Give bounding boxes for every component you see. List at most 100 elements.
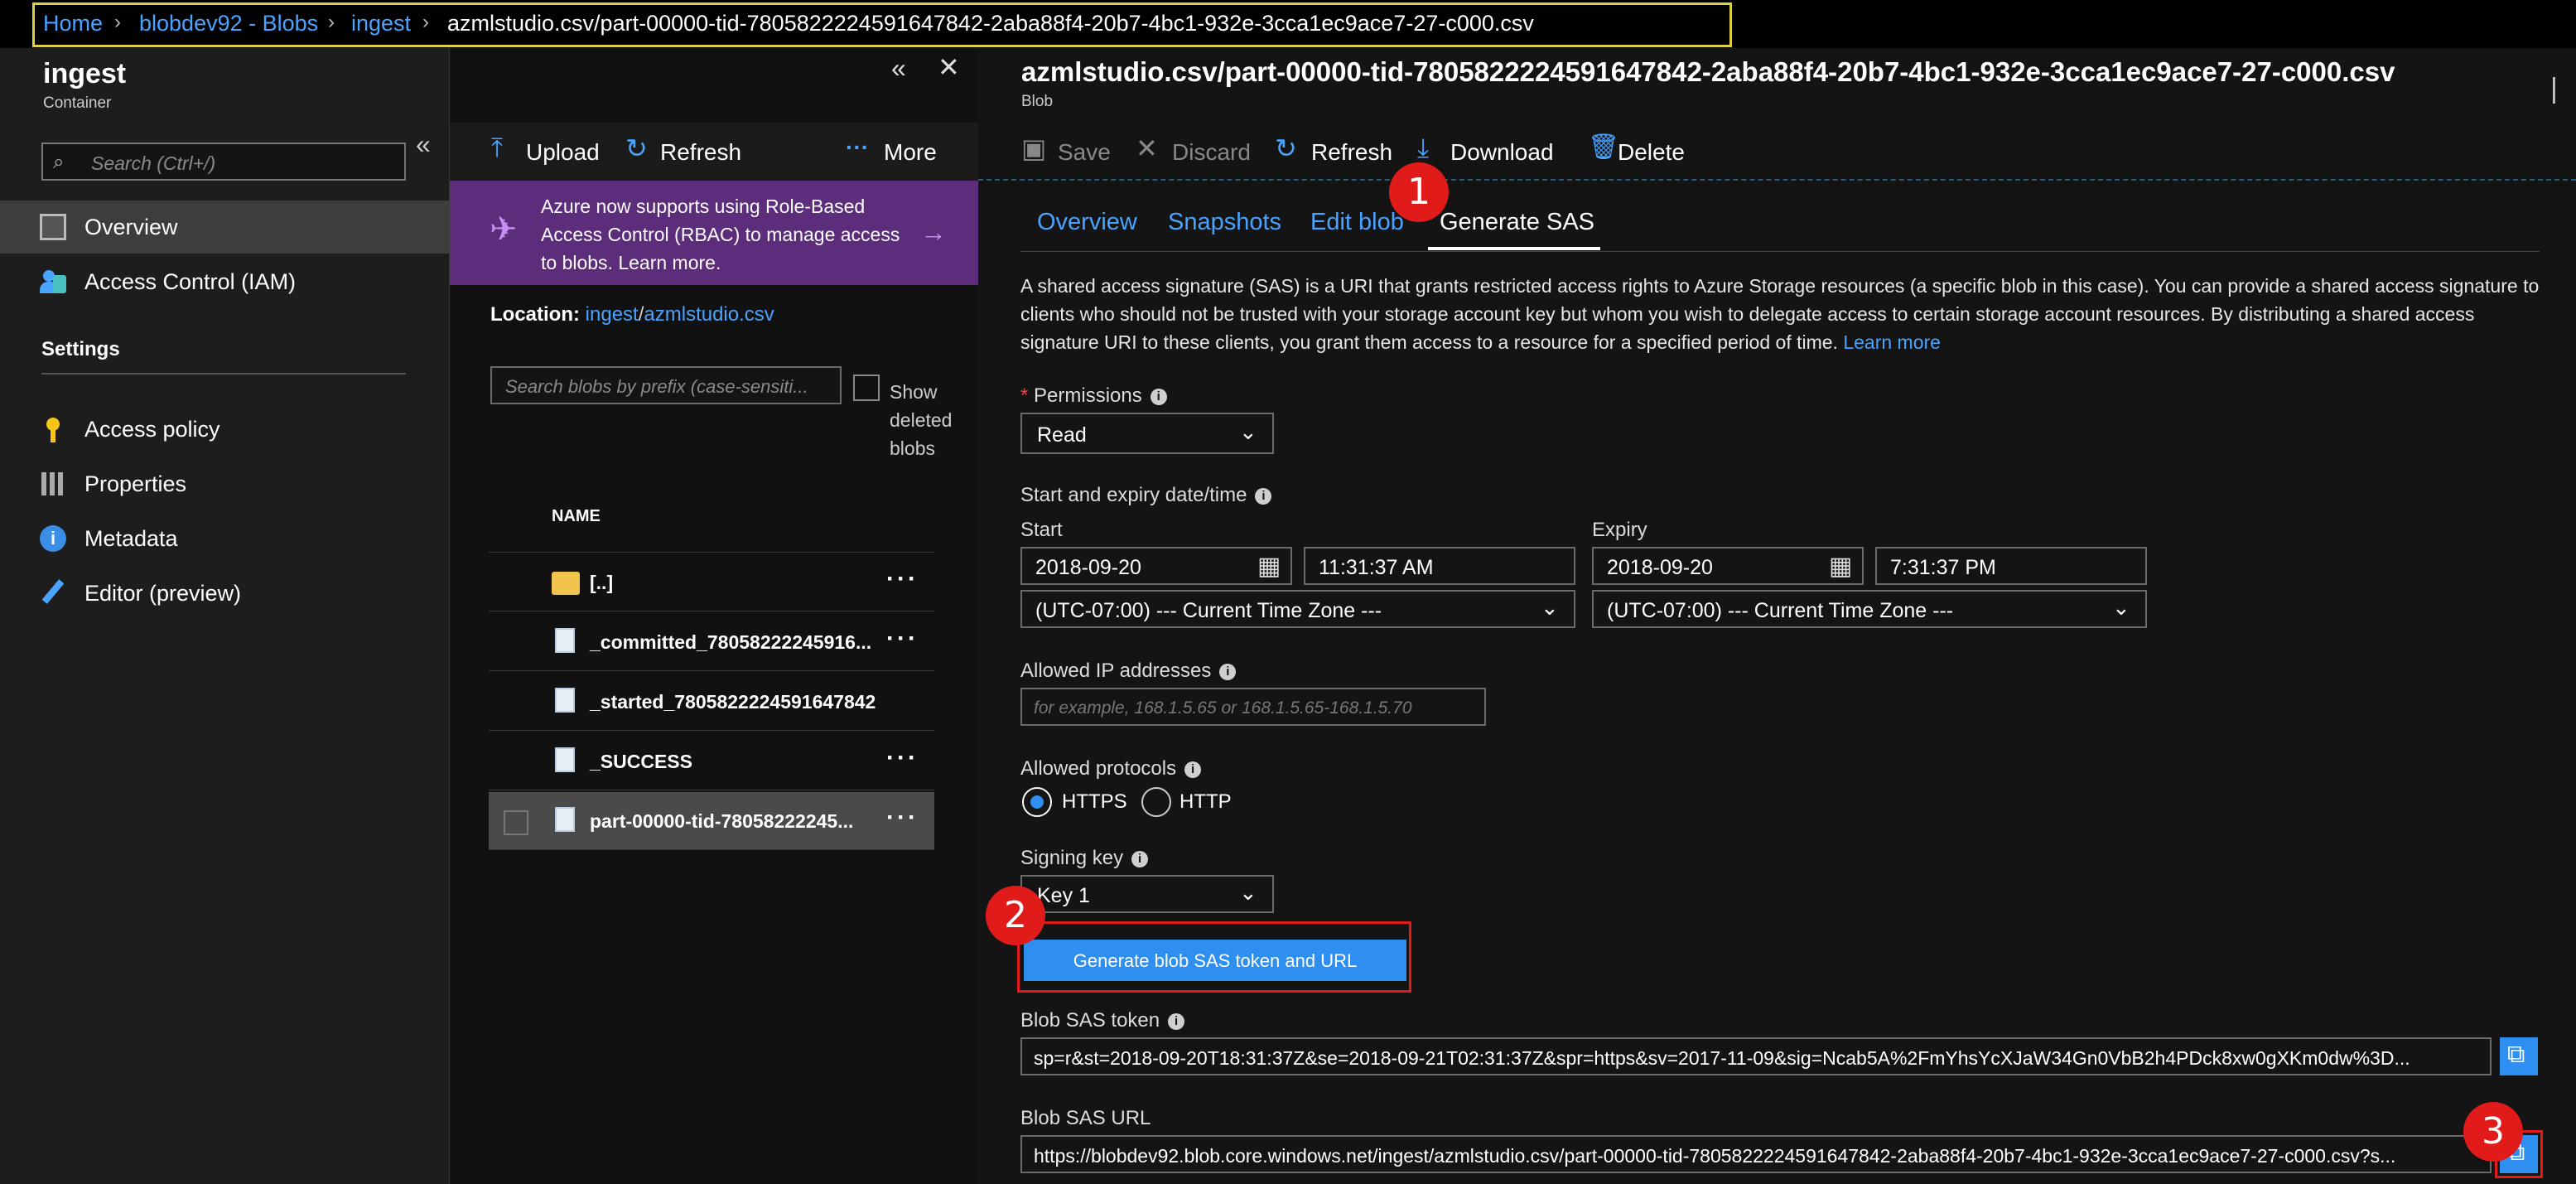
- permissions-select[interactable]: Read ⌄: [1020, 413, 1274, 454]
- row-name: [..]: [590, 572, 614, 593]
- tab-edit-blob[interactable]: Edit blob: [1310, 209, 1404, 236]
- close-icon: ✕: [1136, 133, 1158, 163]
- list-refresh-button[interactable]: ↻ Refresh: [625, 133, 750, 171]
- table-row[interactable]: _SUCCESS ···: [489, 732, 934, 790]
- nav-item-metadata[interactable]: i Metadata: [0, 512, 450, 565]
- location-row: Location: ingest/azmlstudio.csv: [490, 303, 774, 326]
- show-deleted-checkbox[interactable]: [853, 375, 880, 401]
- http-radio[interactable]: [1141, 787, 1171, 817]
- start-label: Start: [1020, 519, 1063, 541]
- signing-key-value: Key 1: [1037, 884, 1090, 907]
- nav-item-access-policy[interactable]: Access policy: [0, 403, 450, 456]
- rbac-banner[interactable]: ✈ Azure now supports using Role-Based Ac…: [450, 181, 978, 285]
- rbac-banner-text: Azure now supports using Role-Based Acce…: [541, 196, 900, 273]
- sas-description-text: A shared access signature (SAS) is a URI…: [1020, 275, 2540, 353]
- generate-sas-button[interactable]: Generate blob SAS token and URL: [1024, 940, 1406, 981]
- nav-item-properties[interactable]: Properties: [0, 457, 450, 510]
- users-icon: [40, 268, 66, 295]
- signing-key-select[interactable]: Key 1 ⌄: [1020, 875, 1274, 913]
- save-button[interactable]: ▣ Save: [1021, 133, 1154, 171]
- chevron-down-icon: ⌄: [2112, 595, 2130, 620]
- ip-placeholder: for example, 168.1.5.65 or 168.1.5.65-16…: [1034, 698, 1412, 718]
- discard-button[interactable]: ✕ Discard: [1136, 133, 1260, 171]
- sas-url-field[interactable]: https://blobdev92.blob.core.windows.net/…: [1020, 1135, 2492, 1173]
- expiry-timezone-select[interactable]: (UTC-07:00) --- Current Time Zone --- ⌄: [1592, 590, 2147, 628]
- permissions-label: * Permissions i: [1020, 384, 1167, 408]
- location-path-file[interactable]: azmlstudio.csv: [644, 303, 774, 326]
- properties-icon: [40, 471, 66, 497]
- more-button[interactable]: ··· More: [846, 133, 945, 171]
- table-row[interactable]: [..] ···: [489, 553, 934, 611]
- container-title: ingest: [43, 58, 127, 89]
- callout-3: 3: [2463, 1102, 2523, 1162]
- list-toolbar: ⤒ Upload ↻ Refresh ··· More: [450, 123, 978, 181]
- row-menu-icon[interactable]: ···: [886, 804, 919, 832]
- table-row[interactable]: _committed_78058222245916... ···: [489, 613, 934, 671]
- scroll-handle-icon[interactable]: |: [2550, 73, 2558, 105]
- sas-token-field[interactable]: sp=r&st=2018-09-20T18:31:37Z&se=2018-09-…: [1020, 1037, 2492, 1075]
- tab-generate-sas[interactable]: Generate SAS: [1440, 209, 1594, 236]
- blob-refresh-button[interactable]: ↻ Refresh: [1275, 133, 1407, 171]
- token-label-text: Blob SAS token: [1020, 1009, 1160, 1032]
- nav-item-editor[interactable]: Editor (preview): [0, 567, 450, 620]
- tab-snapshots[interactable]: Snapshots: [1168, 209, 1281, 236]
- nav-item-label: Access Control (IAM): [84, 269, 297, 294]
- protocols-label: Allowed protocols i: [1020, 757, 1202, 780]
- copy-token-button[interactable]: ⧉: [2500, 1037, 2538, 1075]
- breadcrumb-blobs[interactable]: blobdev92 - Blobs: [139, 11, 318, 36]
- table-row-selected[interactable]: part-00000-tid-78058222245... ···: [489, 792, 934, 850]
- name-column-header[interactable]: NAME: [552, 507, 601, 526]
- row-menu-icon[interactable]: ···: [886, 625, 919, 653]
- start-date-input[interactable]: 2018-09-20 ▦: [1020, 547, 1292, 585]
- nav-item-access-control[interactable]: Access Control (IAM): [0, 255, 450, 308]
- delete-button[interactable]: 🗑 Delete: [1588, 133, 1712, 171]
- arrow-right-icon: →: [920, 217, 947, 247]
- info-icon: i: [1131, 850, 1149, 867]
- file-icon: [555, 747, 575, 772]
- upload-button[interactable]: ⤒ Upload: [491, 133, 607, 171]
- expiry-date-value: 2018-09-20: [1607, 556, 1713, 579]
- ip-input[interactable]: for example, 168.1.5.65 or 168.1.5.65-16…: [1020, 688, 1486, 726]
- calendar-icon[interactable]: ▦: [1829, 552, 1852, 581]
- nav-item-overview[interactable]: Overview: [0, 201, 450, 254]
- collapse-nav-icon[interactable]: «: [416, 129, 431, 160]
- expiry-time-input[interactable]: 7:31:37 PM: [1875, 547, 2147, 585]
- chevron-right-icon: ›: [328, 11, 335, 33]
- blob-search-placeholder: Search blobs by prefix (case-sensiti...: [505, 376, 808, 397]
- more-icon: ···: [846, 134, 869, 160]
- calendar-icon[interactable]: ▦: [1257, 552, 1281, 581]
- breadcrumb-ingest[interactable]: ingest: [351, 11, 411, 36]
- row-menu-icon[interactable]: ···: [886, 565, 919, 593]
- location-path-ingest[interactable]: ingest: [586, 303, 639, 326]
- sas-url-value: https://blobdev92.blob.core.windows.net/…: [1034, 1145, 2396, 1167]
- download-button[interactable]: ⤓ Download: [1417, 133, 1566, 171]
- refresh-label: Refresh: [660, 139, 742, 165]
- permissions-label-text: Permissions: [1034, 384, 1142, 407]
- close-icon[interactable]: ✕: [938, 51, 960, 83]
- chevron-right-icon: ›: [114, 11, 121, 33]
- divider: [489, 552, 934, 553]
- row-name: _started_7805822224591647842: [590, 691, 876, 713]
- row-checkbox[interactable]: [504, 810, 528, 835]
- nav-search-input[interactable]: ⌕ Search (Ctrl+/): [41, 143, 406, 181]
- expiry-label: Expiry: [1592, 519, 1647, 541]
- https-radio[interactable]: [1022, 787, 1052, 817]
- start-time-input[interactable]: 11:31:37 AM: [1304, 547, 1575, 585]
- file-icon: [555, 688, 575, 713]
- tab-overview[interactable]: Overview: [1037, 209, 1137, 236]
- save-icon: ▣: [1021, 133, 1047, 163]
- learn-more-link[interactable]: Learn more: [1843, 331, 1941, 353]
- show-deleted-label: Show deleted blobs: [890, 381, 953, 459]
- breadcrumb-home[interactable]: Home: [43, 11, 103, 36]
- chevron-down-icon: ⌄: [1239, 419, 1257, 444]
- nav-search-placeholder: Search (Ctrl+/): [91, 152, 216, 174]
- divider: [41, 373, 406, 375]
- table-row[interactable]: _started_7805822224591647842: [489, 673, 934, 731]
- expiry-date-input[interactable]: 2018-09-20 ▦: [1592, 547, 1864, 585]
- row-menu-icon[interactable]: ···: [886, 744, 919, 772]
- blob-title: azmlstudio.csv/part-00000-tid-7805822224…: [1021, 56, 2395, 87]
- permissions-value: Read: [1037, 423, 1087, 447]
- minimize-panel-icon[interactable]: «: [891, 53, 906, 84]
- start-timezone-select[interactable]: (UTC-07:00) --- Current Time Zone --- ⌄: [1020, 590, 1575, 628]
- blob-search-input[interactable]: Search blobs by prefix (case-sensiti...: [490, 366, 842, 404]
